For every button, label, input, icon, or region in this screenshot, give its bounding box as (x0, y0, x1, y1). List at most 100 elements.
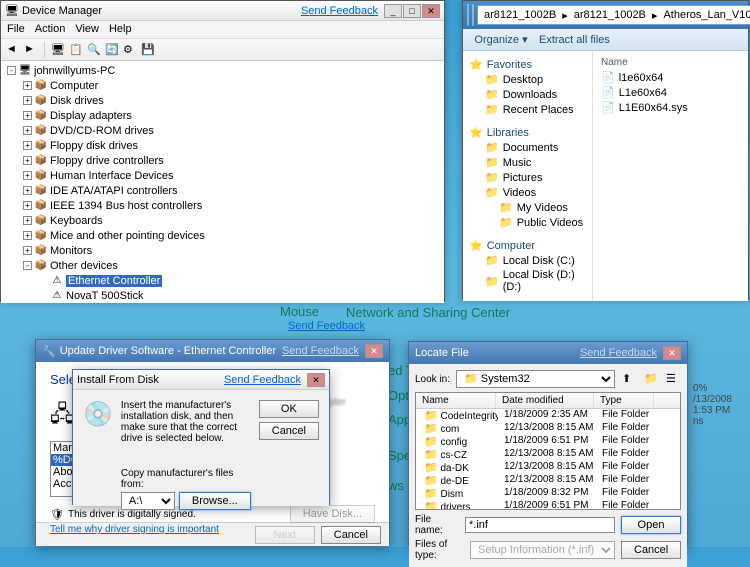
tree-node[interactable]: +📦Keyboards (1, 213, 444, 228)
signing-link[interactable]: Tell me why driver signing is important (50, 524, 219, 535)
nav-item[interactable]: 📁Pictures (463, 170, 592, 185)
file-row[interactable]: 📁 da-DK12/13/2008 8:15 AMFile Folder (416, 461, 680, 474)
toolbar-btn[interactable]: ⚙ (122, 42, 138, 58)
crumb[interactable]: ar8121_1002B (482, 9, 558, 21)
lookin-combo[interactable]: 📁 System32 (456, 370, 615, 388)
separator (44, 42, 45, 58)
nav-item[interactable]: 📁Recent Places (463, 102, 592, 117)
view-button[interactable]: ☰ (665, 371, 681, 387)
file-item[interactable]: 📄l1e60x64 (597, 70, 744, 85)
crumb[interactable]: ar8121_1002B (572, 9, 648, 21)
close-button[interactable]: ✕ (365, 344, 383, 358)
nav-item[interactable]: 📁Local Disk (D:) (D:) (463, 268, 592, 294)
close-button[interactable]: ✕ (307, 373, 325, 387)
up-button[interactable]: ⬆ (621, 371, 637, 387)
col-name[interactable]: Name (416, 393, 496, 408)
column-name[interactable]: Name (597, 55, 744, 70)
next-button[interactable]: Next (255, 526, 315, 544)
nav-pane[interactable]: ⭐Favorites📁Desktop📁Downloads📁Recent Plac… (463, 51, 593, 301)
tree-node[interactable]: +📦DVD/CD-ROM drives (1, 123, 444, 138)
file-row[interactable]: 📁 config1/18/2009 6:51 PMFile Folder (416, 435, 680, 448)
menu-action[interactable]: Action (35, 23, 66, 36)
file-pane[interactable]: Name 📄l1e60x64📄L1e60x64📄L1E60x64.sys (593, 51, 748, 301)
tree-node[interactable]: +📦Computer (1, 78, 444, 93)
nav-item[interactable]: 📁Desktop (463, 72, 592, 87)
nav-item[interactable]: 📁Public Videos (463, 215, 592, 230)
file-row[interactable]: 📁 cs-CZ12/13/2008 8:15 AMFile Folder (416, 448, 680, 461)
cancel-button[interactable]: Cancel (259, 422, 319, 440)
toolbar-btn[interactable]: 💾 (140, 42, 156, 58)
copy-from-label: Copy manufacturer's files from: (121, 468, 251, 490)
file-row[interactable]: 📁 CodeIntegrity1/18/2009 2:35 AMFile Fol… (416, 409, 680, 422)
titlebar[interactable]: 🔧Update Driver Software - Ethernet Contr… (36, 340, 389, 362)
menu-file[interactable]: File (7, 23, 25, 36)
signed-text: This driver is digitally signed. (68, 509, 286, 520)
menu-view[interactable]: View (75, 23, 99, 36)
open-button[interactable]: Open (621, 516, 681, 534)
close-button[interactable]: ✕ (422, 4, 440, 18)
minimize-button[interactable]: _ (384, 4, 402, 18)
tree-node[interactable]: +📦Human Interface Devices (1, 168, 444, 183)
ok-button[interactable]: OK (259, 400, 319, 418)
tree-node[interactable]: +📦Floppy disk drives (1, 138, 444, 153)
forward-button[interactable] (472, 4, 474, 26)
tree-leaf[interactable]: ⚠Ethernet Controller (1, 273, 444, 288)
new-folder-button[interactable]: 📁 (643, 371, 659, 387)
titlebar[interactable]: 🖥Device Manager Send Feedback _□✕ (1, 1, 444, 21)
filename-input[interactable] (465, 517, 615, 533)
menu-help[interactable]: Help (109, 23, 132, 36)
col-type[interactable]: Type (594, 393, 654, 408)
path-combo[interactable]: A:\ (121, 492, 175, 510)
back-button[interactable] (467, 4, 469, 26)
send-feedback-link[interactable]: Send Feedback (580, 347, 657, 359)
tree-node[interactable]: +📦IEEE 1394 Bus host controllers (1, 198, 444, 213)
file-item[interactable]: 📄L1E60x64.sys (597, 100, 744, 115)
nav-item[interactable]: 📁My Videos (463, 200, 592, 215)
tree-node[interactable]: +📦Mice and other pointing devices (1, 228, 444, 243)
back-button[interactable]: ◄ (5, 42, 21, 58)
nav-group[interactable]: ⭐Libraries (463, 125, 592, 140)
install-from-disk-dialog: Install From Disk Send Feedback ✕ 💿 Inse… (72, 369, 330, 505)
crumb[interactable]: Atheros_Lan_V1002B_Vista (661, 9, 750, 21)
nav-item[interactable]: 📁Music (463, 155, 592, 170)
nav-item[interactable]: 📁Downloads (463, 87, 592, 102)
tree-node[interactable]: -📦Other devices (1, 258, 444, 273)
file-row[interactable]: 📁 com12/13/2008 8:15 AMFile Folder (416, 422, 680, 435)
organize-button[interactable]: Organize ▾ (471, 33, 531, 46)
tree-node[interactable]: +📦IDE ATA/ATAPI controllers (1, 183, 444, 198)
close-button[interactable]: ✕ (663, 346, 681, 360)
breadcrumb[interactable]: ar8121_1002B▸ar8121_1002B▸Atheros_Lan_V1… (477, 5, 750, 25)
tree-node[interactable]: +📦Monitors (1, 243, 444, 258)
tree-root[interactable]: -🖥johnwillyums-PC (1, 63, 444, 78)
toolbar-btn[interactable]: 🖥 (50, 42, 66, 58)
tree-node[interactable]: +📦Disk drives (1, 93, 444, 108)
send-feedback-link[interactable]: Send Feedback (282, 345, 359, 357)
nav-group[interactable]: ⭐Favorites (463, 57, 592, 72)
nav-group[interactable]: ⭐Computer (463, 238, 592, 253)
file-listview[interactable]: Name Date modified Type 📁 CodeIntegrity1… (415, 392, 681, 510)
file-row[interactable]: 📁 Dism1/18/2009 8:32 PMFile Folder (416, 487, 680, 500)
toolbar-btn[interactable]: 🔄 (104, 42, 120, 58)
tree-node[interactable]: +📦Floppy drive controllers (1, 153, 444, 168)
toolbar-btn[interactable]: 📋 (68, 42, 84, 58)
device-tree[interactable]: -🖥johnwillyums-PC+📦Computer+📦Disk drives… (1, 61, 444, 303)
tree-node[interactable]: +📦Display adapters (1, 108, 444, 123)
send-feedback-link[interactable]: Send Feedback (301, 5, 378, 17)
file-row[interactable]: 📁 drivers1/18/2009 6:51 PMFile Folder (416, 500, 680, 510)
file-item[interactable]: 📄L1e60x64 (597, 85, 744, 100)
col-date[interactable]: Date modified (496, 393, 594, 408)
fwd-button[interactable]: ► (23, 42, 39, 58)
file-row[interactable]: 📁 de-DE12/13/2008 8:15 AMFile Folder (416, 474, 680, 487)
send-feedback-link[interactable]: Send Feedback (224, 374, 301, 386)
toolbar-btn[interactable]: 🔍 (86, 42, 102, 58)
extract-button[interactable]: Extract all files (539, 34, 610, 46)
nav-item[interactable]: 📁Videos (463, 185, 592, 200)
have-disk-button[interactable]: Have Disk... (290, 505, 375, 523)
send-feedback-link[interactable]: Send Feedback (288, 320, 365, 332)
maximize-button[interactable]: □ (403, 4, 421, 18)
browse-button[interactable]: Browse... (179, 492, 251, 510)
nav-item[interactable]: 📁Documents (463, 140, 592, 155)
nav-item[interactable]: 📁Local Disk (C:) (463, 253, 592, 268)
tree-leaf[interactable]: ⚠NovaT 500Stick (1, 288, 444, 303)
cancel-button[interactable]: Cancel (621, 541, 681, 559)
